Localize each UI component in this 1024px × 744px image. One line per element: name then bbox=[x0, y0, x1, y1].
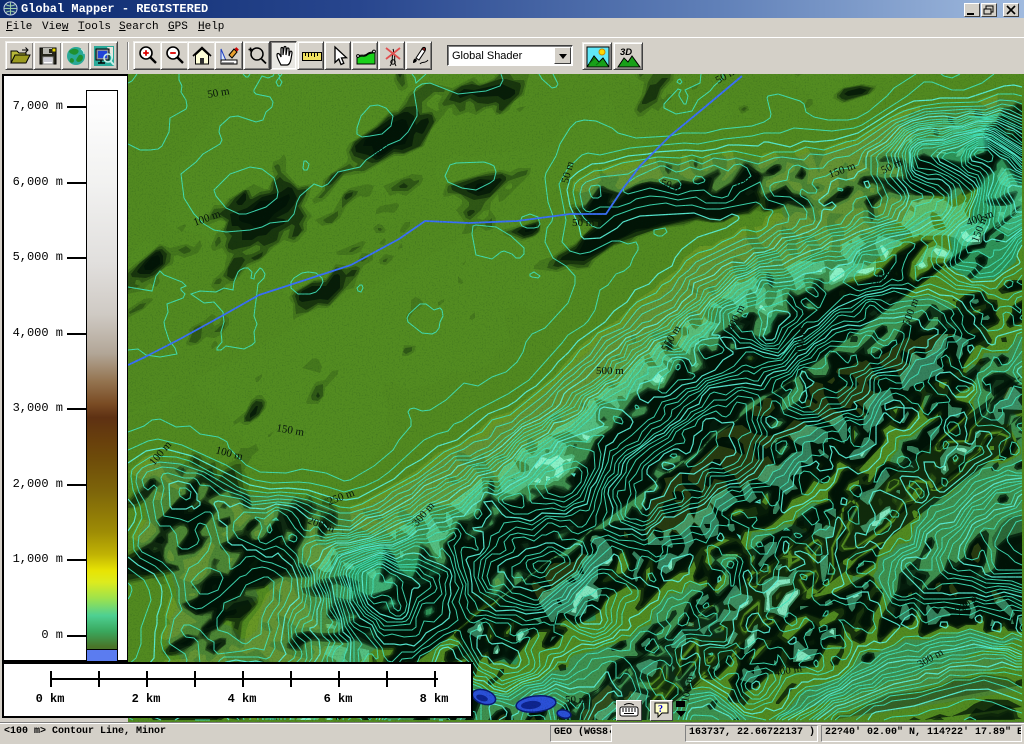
svg-text:3D: 3D bbox=[620, 47, 632, 58]
svg-text:?: ? bbox=[658, 704, 663, 715]
